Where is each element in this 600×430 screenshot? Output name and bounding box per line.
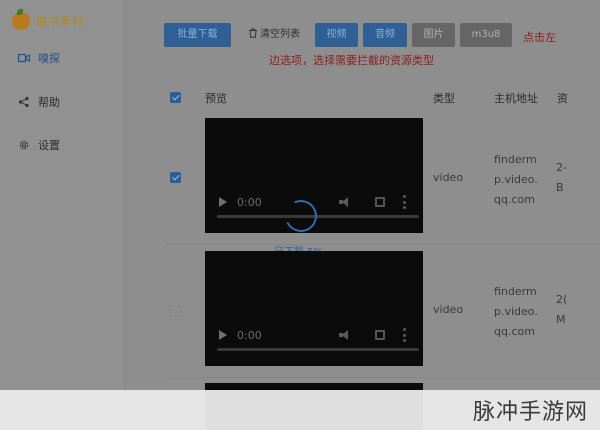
row-host-line: finderm [494, 153, 537, 166]
video-preview[interactable]: 0:00 [205, 251, 423, 366]
row-checkbox[interactable] [170, 305, 181, 316]
volume-icon[interactable] [339, 330, 350, 340]
row-extra: 2( M [556, 290, 567, 330]
sidebar-item-help[interactable]: 帮助 [18, 94, 60, 110]
row-host: finderm p.video. qq.com [494, 150, 538, 210]
row-divider [166, 377, 600, 378]
sidebar: 猫爪素材 嗅探 帮助 设置 [0, 0, 125, 430]
column-header-type: 类型 [433, 92, 455, 105]
row-extra-line: 2( [556, 293, 568, 306]
sidebar-item-label: 嗅探 [38, 52, 60, 65]
row-host-line: p.video. [494, 305, 538, 318]
sidebar-item-label: 设置 [38, 139, 60, 152]
select-all-checkbox[interactable] [170, 92, 181, 103]
row-host-line: qq.com [494, 193, 535, 206]
play-icon[interactable] [219, 197, 227, 207]
clear-list-label: 清空列表 [260, 29, 300, 40]
row-host-line: finderm [494, 285, 537, 298]
sidebar-item-settings[interactable]: 设置 [18, 137, 60, 153]
more-options-icon[interactable] [403, 328, 406, 342]
share-icon [18, 96, 29, 108]
play-icon[interactable] [219, 330, 227, 340]
row-type: video [433, 171, 464, 184]
row-checkbox[interactable] [170, 172, 181, 183]
video-icon [18, 53, 30, 63]
watermark-band: 脉冲手游网 [0, 390, 600, 430]
row-host: finderm p.video. qq.com [494, 282, 538, 342]
video-progress-bar[interactable] [217, 215, 419, 218]
sidebar-item-label: 帮助 [38, 96, 60, 109]
row-divider [166, 244, 600, 245]
volume-icon[interactable] [339, 197, 350, 207]
trash-icon [249, 28, 257, 38]
video-time: 0:00 [237, 195, 262, 209]
row-extra: 2- B [556, 158, 567, 198]
fullscreen-icon[interactable] [375, 330, 385, 340]
gear-icon [19, 140, 29, 150]
watermark-text: 脉冲手游网 [472, 400, 588, 425]
filter-audio-button[interactable]: 音频 [363, 23, 407, 47]
app-logo: 猫爪素材 [12, 9, 84, 30]
main-panel: 批量下载 清空列表 视频 音频 图片 m3u8 点击左 边选项，选择需要拦截的资… [126, 0, 600, 430]
fullscreen-icon[interactable] [375, 197, 385, 207]
row-extra-line: M [556, 313, 566, 326]
filter-m3u8-button[interactable]: m3u8 [460, 23, 512, 47]
sidebar-item-sniff[interactable]: 嗅探 [18, 50, 60, 66]
logo-icon [12, 9, 30, 30]
row-extra-line: B [556, 181, 564, 194]
app-name: 猫爪素材 [36, 15, 84, 28]
row-host-line: qq.com [494, 325, 535, 338]
row-type: video [433, 303, 464, 316]
row-extra-line: 2- [556, 161, 567, 174]
clear-list-button[interactable]: 清空列表 [239, 23, 309, 47]
filter-video-button[interactable]: 视频 [315, 23, 358, 47]
hint-text-start: 点击左 [523, 31, 556, 44]
video-controls: 0:00 [205, 324, 423, 346]
row-host-line: p.video. [494, 173, 538, 186]
video-progress-bar[interactable] [217, 348, 419, 351]
hint-text: 边选项，选择需要拦截的资源类型 [269, 54, 434, 67]
column-header-host: 主机地址 [494, 92, 538, 105]
more-options-icon[interactable] [403, 195, 406, 209]
column-header-preview: 预览 [205, 92, 227, 105]
filter-image-button[interactable]: 图片 [412, 23, 455, 47]
video-time: 0:00 [237, 328, 262, 342]
batch-download-button[interactable]: 批量下载 [164, 23, 231, 47]
column-header-extra: 资 [557, 92, 568, 105]
